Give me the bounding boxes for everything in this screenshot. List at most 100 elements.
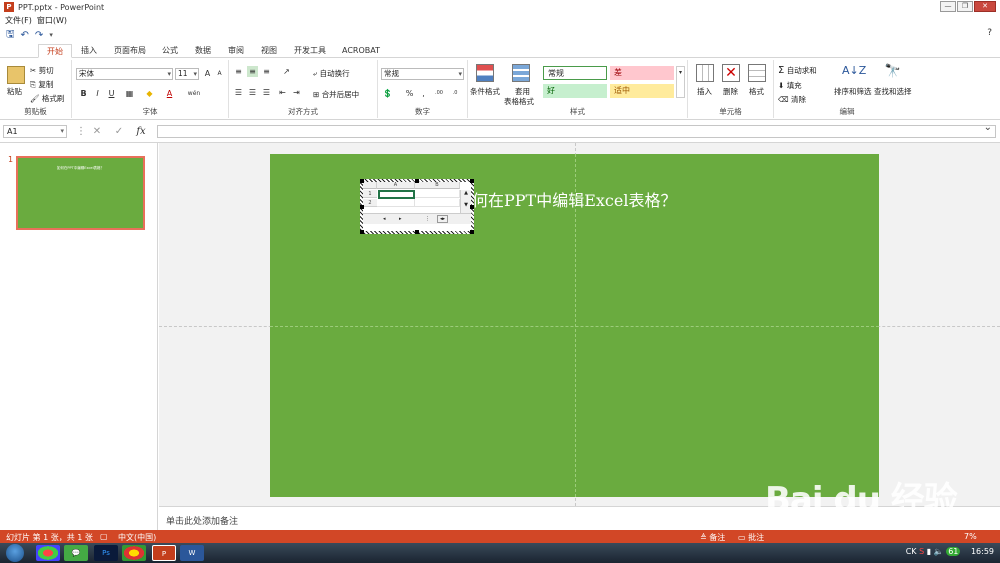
- wechat-app-icon[interactable]: 💬: [64, 545, 88, 561]
- zoom-level[interactable]: 7%: [964, 532, 977, 541]
- slide-title[interactable]: 何在PPT中编辑Excel表格？: [472, 187, 676, 211]
- align-left-icon[interactable]: ☰: [233, 87, 244, 98]
- conditional-format-button[interactable]: 条件格式: [470, 86, 500, 97]
- style-normal[interactable]: 常规: [543, 66, 607, 80]
- phonetic-button[interactable]: wén: [186, 88, 202, 99]
- resize-handle-ml[interactable]: [360, 205, 364, 209]
- tab-insert[interactable]: 插入: [81, 44, 97, 58]
- increase-indent-icon[interactable]: ⇥: [291, 87, 302, 98]
- comments-toggle[interactable]: ▭ 批注: [738, 532, 764, 543]
- resize-handle-bl[interactable]: [360, 230, 364, 234]
- cut-button[interactable]: ✂ 剪切: [30, 65, 54, 76]
- clear-button[interactable]: ⌫ 清除: [778, 94, 806, 105]
- align-top-icon[interactable]: ≡: [233, 66, 244, 77]
- autosum-button[interactable]: Σ 自动求和: [778, 65, 817, 76]
- language-status[interactable]: 中文(中国): [118, 532, 156, 543]
- wrap-text-button[interactable]: ⤶ 自动换行: [313, 68, 350, 79]
- decrease-indent-icon[interactable]: ⇤: [277, 87, 288, 98]
- tab-review[interactable]: 审阅: [228, 44, 244, 58]
- format-cells-icon[interactable]: [748, 64, 766, 82]
- shrink-font-button[interactable]: A: [214, 68, 225, 79]
- format-as-table-icon[interactable]: [512, 64, 530, 82]
- word-taskbar-icon[interactable]: W: [180, 545, 204, 561]
- excel-vertical-scrollbar[interactable]: ▲ ▼: [460, 190, 471, 213]
- tab-acrobat[interactable]: ACROBAT: [342, 44, 380, 58]
- insert-cells-button[interactable]: 插入: [697, 86, 712, 97]
- excel-row-2[interactable]: 2: [363, 199, 377, 207]
- notification-badge[interactable]: 61: [946, 547, 961, 556]
- resize-handle-tr[interactable]: [470, 179, 474, 183]
- enter-icon[interactable]: ✓: [112, 125, 126, 138]
- percent-button[interactable]: %: [404, 88, 415, 99]
- ime-indicator[interactable]: CK: [906, 547, 917, 556]
- menu-file[interactable]: 文件(F): [5, 15, 32, 26]
- close-button[interactable]: ✕: [974, 1, 996, 12]
- excel-cell-b1[interactable]: [415, 190, 460, 198]
- font-color-icon[interactable]: A: [164, 88, 175, 99]
- resize-handle-tl[interactable]: [360, 179, 364, 183]
- photoshop-app-icon[interactable]: Ps: [94, 545, 118, 561]
- slide-thumbnail[interactable]: 如何在PPT中编辑Excel表格？: [16, 156, 145, 230]
- find-select-button[interactable]: 查找和选择: [874, 86, 912, 97]
- copy-button[interactable]: ⎘ 复制: [30, 79, 53, 90]
- resize-handle-mr[interactable]: [470, 205, 474, 209]
- insert-function-button[interactable]: fx: [134, 125, 148, 138]
- font-name-combo[interactable]: 宋体: [76, 68, 173, 80]
- hscroll-arrows-icon[interactable]: ◂▸: [437, 215, 449, 223]
- tab-page-layout[interactable]: 页面布局: [114, 44, 146, 58]
- sort-filter-icon[interactable]: A↓Z: [842, 64, 866, 82]
- increase-decimal-button[interactable]: .00: [432, 88, 446, 99]
- excel-cell-b2[interactable]: [415, 199, 460, 207]
- excel-select-all[interactable]: [363, 182, 377, 189]
- number-format-combo[interactable]: 常规: [381, 68, 464, 80]
- style-neutral[interactable]: 适中: [610, 84, 674, 98]
- volume-icon[interactable]: 🔈: [934, 547, 944, 556]
- excel-row-1[interactable]: 1: [363, 190, 377, 198]
- font-size-combo[interactable]: 11: [175, 68, 199, 80]
- underline-button[interactable]: U: [106, 88, 117, 99]
- resize-handle-bm[interactable]: [415, 230, 419, 234]
- customize-qat-icon[interactable]: ▾: [49, 31, 53, 39]
- sheet-prev-icon[interactable]: ◂: [383, 216, 386, 222]
- name-box[interactable]: A1: [3, 125, 67, 138]
- tab-view[interactable]: 视图: [261, 44, 277, 58]
- excel-selected-cell[interactable]: [378, 190, 415, 199]
- start-button[interactable]: [6, 544, 24, 562]
- tab-developer[interactable]: 开发工具: [294, 44, 326, 58]
- orientation-icon[interactable]: ↗: [281, 66, 292, 77]
- align-right-icon[interactable]: ☰: [261, 87, 272, 98]
- sheet-next-icon[interactable]: ▸: [399, 216, 402, 222]
- tab-formulas[interactable]: 公式: [162, 44, 178, 58]
- network-icon[interactable]: ▮: [927, 547, 931, 556]
- powerpoint-taskbar-icon[interactable]: P: [152, 545, 176, 561]
- resize-handle-br[interactable]: [470, 230, 474, 234]
- menu-window[interactable]: 窗口(W): [37, 15, 67, 26]
- slide-canvas[interactable]: 何在PPT中编辑Excel表格？ A B 1 2 ▲ ▼ ◂ ▸ ⋮ ◂▸: [270, 154, 879, 497]
- delete-cells-button[interactable]: 删除: [723, 86, 738, 97]
- align-center-icon[interactable]: ☰: [247, 87, 258, 98]
- undo-icon[interactable]: ↶: [21, 30, 29, 41]
- tab-home[interactable]: 开始: [38, 44, 72, 58]
- save-icon[interactable]: 🖫: [6, 27, 15, 44]
- clock[interactable]: 16:59: [971, 547, 994, 556]
- excel-col-a[interactable]: A: [377, 182, 415, 189]
- spellcheck-icon[interactable]: ▢: [100, 532, 108, 541]
- fill-color-icon[interactable]: ◆: [144, 88, 155, 99]
- tab-data[interactable]: 数据: [195, 44, 211, 58]
- excel-col-b[interactable]: B: [415, 182, 460, 189]
- align-middle-icon[interactable]: ≡: [247, 66, 258, 77]
- style-good[interactable]: 好: [543, 84, 607, 98]
- sort-filter-button[interactable]: 排序和筛选: [834, 86, 872, 97]
- align-bottom-icon[interactable]: ≡: [261, 66, 272, 77]
- pinwheel-app-icon[interactable]: [36, 545, 60, 561]
- minimize-button[interactable]: —: [940, 1, 956, 12]
- chrome-app-icon[interactable]: [122, 545, 146, 561]
- paste-button[interactable]: 粘贴: [7, 86, 22, 97]
- border-icon[interactable]: ▦: [124, 88, 135, 99]
- help-icon[interactable]: ?: [987, 28, 992, 38]
- grow-font-button[interactable]: A: [202, 68, 213, 79]
- comma-button[interactable]: ,: [418, 88, 429, 99]
- currency-icon[interactable]: 💲: [382, 88, 393, 99]
- restore-button[interactable]: ❐: [957, 1, 973, 12]
- italic-button[interactable]: I: [92, 88, 103, 99]
